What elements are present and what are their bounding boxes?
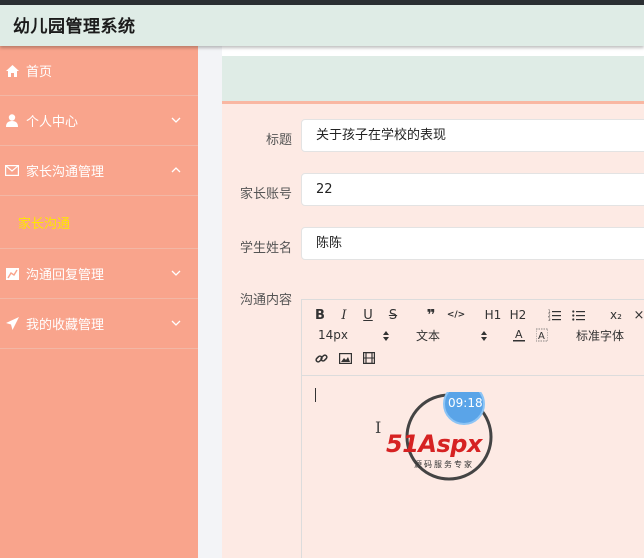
background-color-icon[interactable]: A bbox=[535, 327, 549, 343]
link-icon[interactable] bbox=[314, 350, 328, 366]
chart-icon bbox=[5, 267, 19, 281]
app-header: 幼儿园管理系统 bbox=[0, 5, 644, 46]
code-button[interactable]: </> bbox=[447, 307, 465, 323]
strikethrough-button[interactable]: S bbox=[386, 307, 400, 323]
rich-text-editor: B I U S ❞ </> H1 H2 123 x₂ × 14px 文本 A A… bbox=[301, 299, 644, 558]
ordered-list-icon[interactable]: 123 bbox=[547, 307, 561, 323]
chevron-up-icon bbox=[171, 164, 181, 174]
text-caret bbox=[315, 388, 316, 402]
blockquote-button[interactable]: ❞ bbox=[423, 306, 439, 324]
sidebar-subitem-parent-communication[interactable]: 家长沟通 bbox=[0, 196, 198, 249]
content-label: 沟通内容 bbox=[239, 293, 292, 308]
bullet-list-icon[interactable] bbox=[571, 307, 585, 323]
watermark-brand: 51Aspx bbox=[386, 430, 482, 458]
watermark-time: 09:18 bbox=[448, 396, 483, 410]
chevron-down-icon bbox=[171, 267, 181, 277]
chevron-down-icon bbox=[171, 114, 181, 124]
send-icon bbox=[5, 317, 19, 331]
main-content: 标题 关于孩子在学校的表现 家长账号 22 学生姓名 陈陈 沟通内容 B I U… bbox=[222, 46, 644, 558]
svg-text:A: A bbox=[538, 331, 545, 342]
image-icon[interactable] bbox=[338, 350, 352, 366]
video-icon[interactable] bbox=[362, 350, 376, 366]
select-arrows-icon bbox=[382, 328, 390, 344]
svg-text:3: 3 bbox=[548, 317, 551, 321]
watermark-slogan: 源码服务专家 bbox=[414, 460, 474, 469]
subscript-button[interactable]: x₂ bbox=[607, 307, 625, 323]
home-icon bbox=[5, 64, 19, 78]
app-title: 幼儿园管理系统 bbox=[13, 17, 136, 37]
superscript-button[interactable]: × bbox=[632, 307, 644, 323]
svg-text:A: A bbox=[515, 328, 523, 341]
sidebar: 首页 个人中心 家长沟通管理 家长沟通 沟通回复管理 我的收藏管理 bbox=[0, 46, 198, 558]
sidebar-item-parent-communication[interactable]: 家长沟通管理 bbox=[0, 146, 198, 196]
sidebar-item-label: 首页 bbox=[26, 65, 53, 80]
student-input[interactable]: 陈陈 bbox=[301, 227, 644, 260]
title-label: 标题 bbox=[265, 133, 292, 148]
heading1-button[interactable]: H1 bbox=[484, 307, 502, 323]
paragraph-select[interactable]: 文本 bbox=[416, 327, 440, 343]
page-banner bbox=[222, 56, 644, 104]
mail-icon bbox=[5, 164, 19, 178]
underline-button[interactable]: U bbox=[361, 307, 375, 323]
sidebar-item-reply[interactable]: 沟通回复管理 bbox=[0, 249, 198, 299]
content-gutter bbox=[198, 46, 222, 558]
sidebar-item-label: 个人中心 bbox=[26, 115, 79, 130]
bold-button[interactable]: B bbox=[313, 307, 327, 323]
heading2-button[interactable]: H2 bbox=[509, 307, 527, 323]
sidebar-item-home[interactable]: 首页 bbox=[0, 46, 198, 96]
sidebar-item-label: 家长沟通管理 bbox=[26, 165, 105, 180]
font-family-select[interactable]: 标准字体 bbox=[576, 327, 624, 343]
student-label: 学生姓名 bbox=[239, 241, 292, 256]
sidebar-item-label: 沟通回复管理 bbox=[26, 268, 105, 283]
watermark-logo: 09:18 51Aspx 源码服务专家 bbox=[374, 383, 524, 502]
account-input[interactable]: 22 bbox=[301, 173, 644, 206]
select-arrows-icon bbox=[480, 328, 488, 344]
title-input[interactable]: 关于孩子在学校的表现 bbox=[301, 119, 644, 152]
editor-content-area[interactable]: I 09:18 51Aspx 源码服务专家 bbox=[302, 376, 644, 558]
italic-button[interactable]: I bbox=[337, 307, 351, 323]
font-color-icon[interactable]: A bbox=[512, 327, 526, 343]
sidebar-item-label: 我的收藏管理 bbox=[26, 318, 105, 333]
font-size-select[interactable]: 14px bbox=[318, 327, 348, 343]
chevron-down-icon bbox=[171, 317, 181, 327]
editor-toolbar: B I U S ❞ </> H1 H2 123 x₂ × 14px 文本 A A… bbox=[302, 300, 644, 376]
account-label: 家长账号 bbox=[239, 187, 292, 202]
sidebar-item-profile[interactable]: 个人中心 bbox=[0, 96, 198, 146]
user-icon bbox=[5, 114, 19, 128]
sidebar-item-favorites[interactable]: 我的收藏管理 bbox=[0, 299, 198, 349]
